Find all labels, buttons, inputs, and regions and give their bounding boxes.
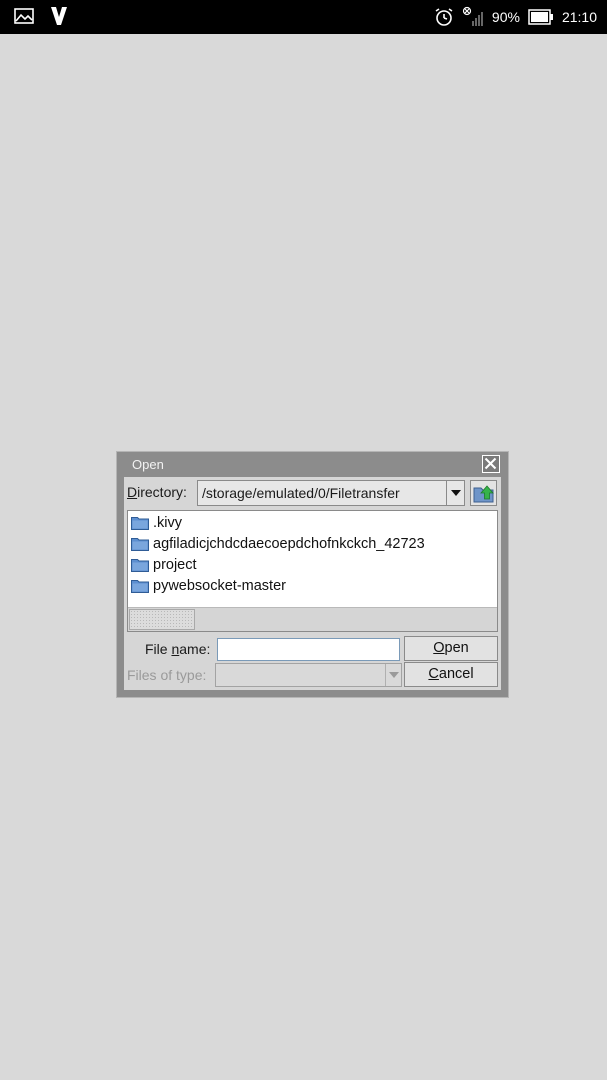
battery-icon [528,9,554,25]
gallery-icon [14,8,34,24]
label-rest: pen [444,640,469,656]
list-item[interactable]: project [131,554,197,575]
status-bar: 90% 21:10 [0,0,607,34]
file-name-input[interactable] [217,638,400,661]
cancel-label: Cancel [428,666,473,682]
chevron-down-icon [389,672,399,678]
chevron-down-icon [451,490,461,496]
list-item[interactable]: pywebsocket-master [131,575,286,596]
alarm-icon [434,7,454,27]
close-button[interactable] [482,455,500,473]
list-item[interactable]: .kivy [131,512,182,533]
file-name: project [153,556,197,573]
file-name: .kivy [153,514,182,531]
directory-label-rest: irectory: [137,484,187,500]
dialog-title: Open [132,457,164,472]
folder-icon [131,516,149,530]
open-label: Open [433,640,468,656]
folder-icon [131,558,149,572]
directory-label: Directory: [127,484,187,500]
files-of-type-select [215,663,402,687]
open-button[interactable]: Open [404,636,498,661]
files-of-type-dropdown-arrow [385,664,401,686]
no-signal-icon [462,6,484,28]
cancel-button[interactable]: Cancel [404,662,498,687]
scrollbar-thumb[interactable] [129,609,195,630]
file-list[interactable]: .kivy agfiladicjchdcdaecoepdchofnkckch_4… [127,510,498,632]
clock: 21:10 [561,9,597,25]
label-rest: ancel [438,666,474,682]
dialog-titlebar[interactable]: Open [117,452,508,477]
dialog-body: Directory: /storage/emulated/0/Filetrans… [124,477,501,690]
folder-up-icon [473,485,494,503]
close-icon [484,457,497,470]
directory-value: /storage/emulated/0/Filetransfer [202,485,400,501]
file-name: pywebsocket-master [153,577,286,594]
directory-dropdown-arrow[interactable] [446,481,464,505]
file-name-label: File name: [145,641,211,657]
list-item[interactable]: agfiladicjchdcdaecoepdchofnkckch_42723 [131,533,425,554]
open-file-dialog: Open Directory: /storage/emulated/0/File… [116,451,509,698]
horizontal-scrollbar[interactable] [128,607,497,631]
folder-icon [131,537,149,551]
v-app-icon [50,6,68,26]
parent-directory-button[interactable] [470,480,497,506]
mnemonic-letter: O [433,640,445,656]
folder-icon [131,579,149,593]
files-of-type-label: Files of type: [127,667,207,683]
directory-select[interactable]: /storage/emulated/0/Filetransfer [197,480,465,506]
battery-percent: 90% [491,9,520,25]
mnemonic-letter: C [428,666,439,682]
file-name: agfiladicjchdcdaecoepdchofnkckch_42723 [153,535,425,552]
